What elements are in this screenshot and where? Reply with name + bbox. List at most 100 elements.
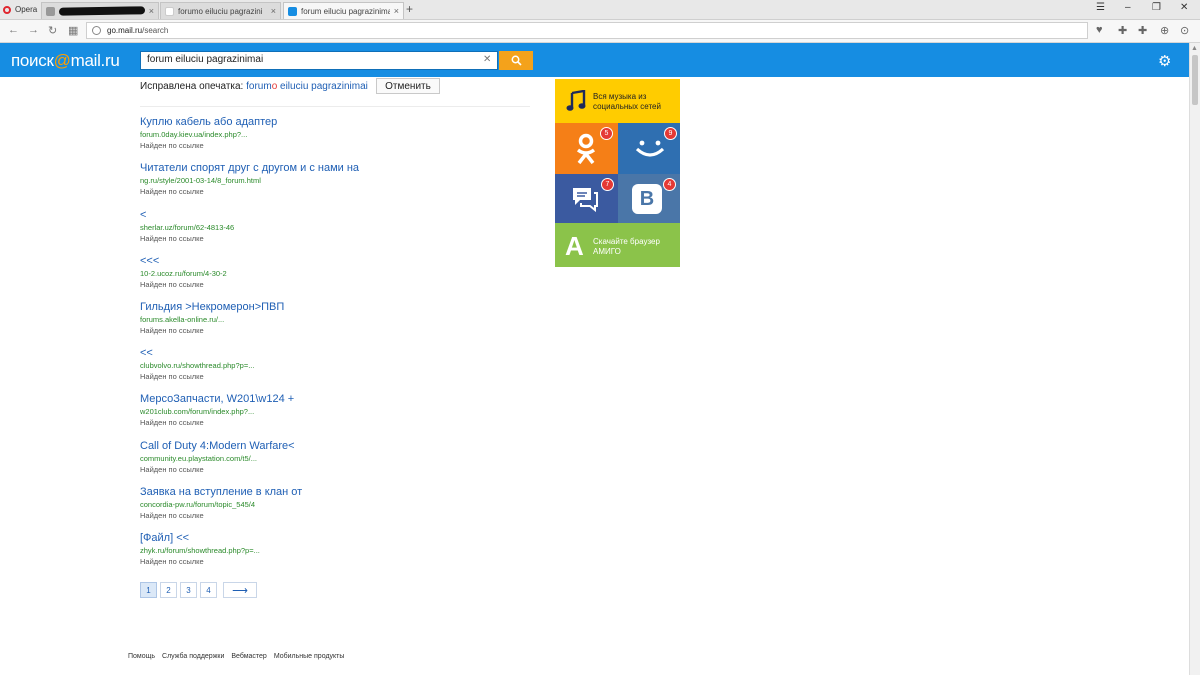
maximize-icon[interactable]: ❐ [1152,2,1161,13]
easy-setup-icon[interactable]: ⊙ [1180,24,1189,37]
download-icon[interactable]: ⊕ [1160,24,1169,37]
result-url[interactable]: w201club.com/forum/index.php?... [140,407,530,417]
result-url[interactable]: clubvolvo.ru/showthread.php?p=... [140,361,530,371]
result-status: Найден по ссылке [140,372,204,381]
divider [140,106,530,107]
forward-icon[interactable]: → [28,24,39,36]
close-tab-icon[interactable]: × [149,6,154,16]
scroll-up-icon[interactable]: ▲ [1191,45,1198,52]
mail-search-favicon-icon [288,6,297,16]
page-1-button[interactable]: 1 [140,582,157,598]
url-host: go.mail.ru [107,26,143,35]
tab-forumo-search[interactable]: forumo eiluciu pagrazini × [160,2,281,19]
page-2-button[interactable]: 2 [160,582,177,598]
result-url[interactable]: 10-2.ucoz.ru/forum/4-30-2 [140,269,530,279]
cancel-correction-button[interactable]: Отменить [376,78,440,94]
extension-puzzle-icon[interactable]: ✚ [1138,24,1147,37]
result-title-link[interactable]: Заявка на вступление в клан от [140,486,530,499]
result-title-link[interactable]: Читатели спорят друг с другом и с нами н… [140,162,530,175]
notification-badge: 4 [663,178,676,191]
result-title-link[interactable]: << [140,347,530,360]
result-status: Найден по ссылке [140,557,204,566]
scrollbar-thumb[interactable] [1192,55,1198,105]
result-title-link[interactable]: < [140,209,530,222]
result-status: Найден по ссылке [140,326,204,335]
result-title-link[interactable]: Гильдия >Некромерон>ПВП [140,301,530,314]
reload-icon[interactable]: ↻ [48,24,57,37]
search-result: Гильдия >Некромерон>ПВП forums.akella-on… [140,301,530,336]
ad-smile-tile[interactable]: 9 [618,123,680,174]
music-ad-text: Вся музыка из социальных сетей [593,92,661,111]
settings-gear-icon[interactable]: ⚙ [1158,52,1171,70]
result-url[interactable]: community.eu.playstation.com/t5/... [140,454,530,464]
footer-links: Помощь Служба поддержки Вебмастер Мобиль… [128,653,344,660]
search-result: [Файл] << zhyk.ru/forum/showthread.php?p… [140,532,530,567]
vk-icon: В [632,184,662,214]
result-title-link[interactable]: МерсоЗапчасти, W201\w124 + [140,393,530,406]
footer-link-mobile[interactable]: Мобильные продукты [274,653,345,660]
result-title-link[interactable]: Call of Duty 4:Modern Warfare< [140,440,530,453]
footer-link-webmaster[interactable]: Вебмастер [231,653,266,660]
query-end: eiluciu pagrazinimai [277,81,368,92]
ad-music-tile[interactable]: Вся музыка из социальных сетей [555,79,680,123]
search-result: Куплю кабель або адаптер forum.0day.kiev… [140,116,530,151]
result-url[interactable]: concordia-pw.ru/forum/topic_545/4 [140,500,530,510]
logo-at: @ [53,51,71,70]
opera-menu-button[interactable]: Opera [0,0,43,19]
result-url[interactable]: forums.akella-online.ru/... [140,315,530,325]
new-tab-button[interactable]: + [406,2,413,16]
page-scrollbar[interactable]: ▲ [1189,43,1200,675]
footer-link-help[interactable]: Помощь [128,653,155,660]
amigo-ad-text: Скачайте браузер АМИГО [593,237,660,256]
close-tab-icon[interactable]: × [394,6,399,16]
minimize-icon[interactable]: – [1125,2,1131,13]
mail-search-logo[interactable]: поиск@mail.ru [11,51,120,71]
search-result: МерсоЗапчасти, W201\w124 + w201club.com/… [140,393,530,428]
close-tab-icon[interactable]: × [271,6,276,16]
typo-correction: Исправлена опечатка: forumo eiluciu pagr… [140,81,368,92]
extension-icon[interactable]: ✚ [1118,24,1127,37]
next-page-button[interactable]: ⟶ [223,582,257,598]
site-info-icon[interactable] [92,26,101,35]
page-4-button[interactable]: 4 [200,582,217,598]
page-3-button[interactable]: 3 [180,582,197,598]
correction-label: Исправлена опечатка: [140,81,244,92]
smile-icon [635,140,665,157]
address-field[interactable]: go.mail.ru/search [86,22,1088,39]
opera-menu-label: Opera [15,5,38,14]
search-input[interactable]: forum eiluciu pagrazinimai [140,51,498,70]
result-title-link[interactable]: [Файл] << [140,532,530,545]
close-window-icon[interactable]: ✕ [1180,2,1188,13]
speed-dial-icon[interactable]: ▦ [68,24,78,37]
back-icon[interactable]: ← [8,24,19,36]
search-icon [511,55,522,66]
result-url[interactable]: forum.0day.kiev.ua/index.php?... [140,130,530,140]
result-status: Найден по ссылке [140,511,204,520]
result-status: Найден по ссылке [140,280,204,289]
ad-odnoklassniki-tile[interactable]: 5 [555,123,618,174]
search-result: <<< 10-2.ucoz.ru/forum/4-30-2 Найден по … [140,255,530,290]
result-status: Найден по ссылке [140,465,204,474]
tab-active-search[interactable]: forum eiluciu pagrazinimai × [283,2,404,19]
search-result: Заявка на вступление в клан от concordia… [140,486,530,521]
corrected-query-link[interactable]: forumo eiluciu pagrazinimai [246,81,368,92]
ad-amigo-tile[interactable]: А Скачайте браузер АМИГО [555,223,680,267]
clear-search-icon[interactable]: ✕ [483,54,491,65]
tab-menu-icon[interactable]: ☰ [1096,2,1105,13]
footer-link-support[interactable]: Служба поддержки [162,653,224,660]
ad-messages-tile[interactable]: 7 [555,174,618,223]
result-url[interactable]: zhyk.ru/forum/showthread.php?p=... [140,546,530,556]
result-title-link[interactable]: <<< [140,255,530,268]
bookmark-heart-icon[interactable]: ♥ [1096,24,1103,36]
tab-redacted[interactable]: × [41,2,159,19]
notification-badge: 5 [600,127,613,140]
chat-bubbles-icon [573,188,598,212]
result-title-link[interactable]: Куплю кабель або адаптер [140,116,530,129]
result-url[interactable]: ng.ru/style/2001-03-14/8_forum.html [140,176,530,186]
browser-tab-strip: Opera × forumo eiluciu pagrazini × forum… [0,0,1200,20]
search-button[interactable] [499,51,533,70]
google-favicon-icon [165,6,174,16]
result-url[interactable]: sherlar.uz/forum/62-4813-46 [140,223,530,233]
ad-vkontakte-tile[interactable]: В 4 [618,174,680,223]
search-result: << clubvolvo.ru/showthread.php?p=... Най… [140,347,530,382]
